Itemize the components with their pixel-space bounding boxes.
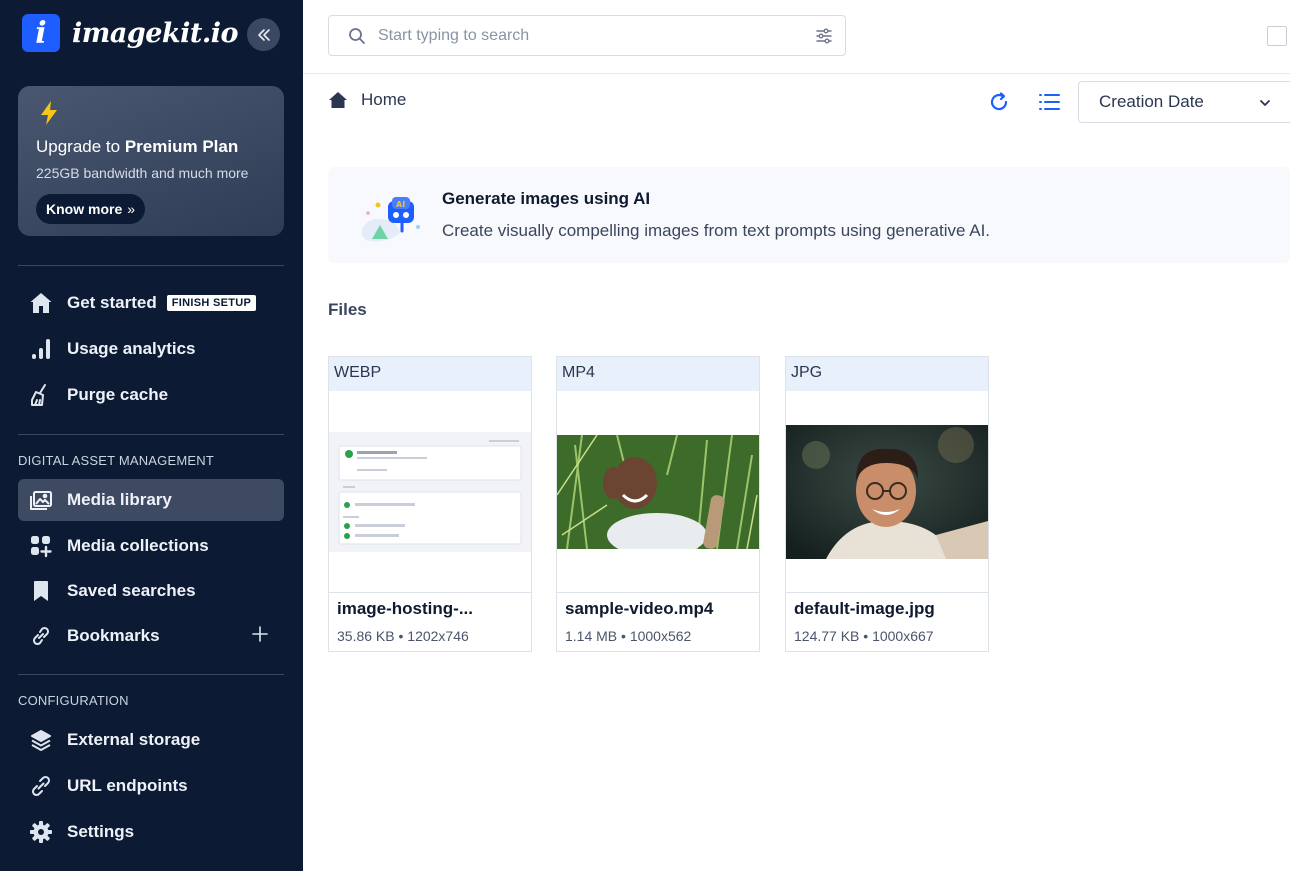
search-icon	[349, 27, 365, 44]
bar-chart-icon	[29, 337, 53, 361]
add-bookmark-plus-icon[interactable]	[250, 624, 270, 644]
double-chevron-right-icon: »	[127, 201, 136, 217]
chain-link-icon	[29, 774, 53, 798]
file-type-label: JPG	[786, 357, 988, 391]
sidebar-item-label: Bookmarks	[67, 626, 160, 645]
file-thumbnail	[557, 391, 759, 593]
portrait-thumbnail-image	[786, 424, 988, 559]
promo-title-plan: Premium Plan	[124, 137, 239, 156]
sidebar-item-label: Media library	[67, 490, 172, 509]
lightning-bolt-icon	[41, 101, 57, 125]
sort-selected-label: Creation Date	[1099, 92, 1204, 111]
image-gallery-icon	[29, 488, 53, 512]
broom-icon	[29, 383, 53, 407]
gear-icon	[29, 820, 53, 844]
file-thumbnail	[329, 391, 531, 593]
search-input[interactable]	[378, 26, 798, 45]
sidebar-item-get-started[interactable]: Get started FINISH SETUP	[18, 282, 284, 324]
filter-sliders-icon[interactable]	[815, 27, 833, 45]
ai-banner-title: Generate images using AI	[442, 189, 651, 208]
file-name: sample-video.mp4	[565, 599, 714, 618]
files-heading: Files	[328, 300, 367, 319]
layers-icon	[29, 728, 53, 752]
link-icon	[29, 624, 53, 648]
finish-setup-badge: FINISH SETUP	[166, 295, 257, 311]
sidebar-item-label: Settings	[67, 822, 135, 841]
file-thumbnail	[786, 391, 988, 593]
refresh-icon[interactable]	[988, 91, 1010, 113]
file-card[interactable]: JPG default-image.jpg 124.77 KB • 1000x6…	[785, 356, 989, 652]
collapse-sidebar-button[interactable]	[247, 18, 280, 51]
section-label-dam: DIGITAL ASSET MANAGEMENT	[18, 453, 214, 468]
logo[interactable]: i imagekit.io	[22, 14, 238, 52]
sidebar-item-label: Purge cache	[67, 385, 169, 404]
screenshot-thumbnail-image	[329, 431, 531, 552]
search-box[interactable]	[328, 15, 846, 56]
home-icon	[29, 291, 53, 315]
home-icon[interactable]	[328, 90, 348, 110]
sidebar-item-settings[interactable]: Settings	[18, 811, 284, 853]
sidebar-item-label: External storage	[67, 730, 201, 749]
sidebar-item-media-collections[interactable]: Media collections	[18, 525, 284, 567]
sidebar-item-label: Media collections	[67, 536, 209, 555]
sidebar: i imagekit.io Upgrade to Premium Plan 22…	[0, 0, 303, 871]
top-bar	[303, 0, 1290, 74]
section-label-configuration: CONFIGURATION	[18, 693, 129, 708]
know-more-label: Know more	[46, 201, 123, 217]
promo-subtitle: 225GB bandwidth and much more	[36, 165, 249, 181]
logo-mark: i	[22, 14, 60, 52]
sidebar-divider	[18, 674, 284, 675]
sidebar-item-label: URL endpoints	[67, 776, 188, 795]
file-type-label: MP4	[557, 357, 759, 391]
file-type-label: WEBP	[329, 357, 531, 391]
svg-text:AI: AI	[396, 200, 405, 209]
sidebar-item-url-endpoints[interactable]: URL endpoints	[18, 765, 284, 807]
know-more-button[interactable]: Know more »	[36, 194, 146, 224]
sidebar-item-external-storage[interactable]: External storage	[18, 719, 284, 761]
breadcrumb: Home	[328, 90, 406, 110]
promo-title: Upgrade to Premium Plan	[36, 137, 238, 157]
sidebar-divider	[18, 434, 284, 435]
sidebar-item-media-library[interactable]: Media library	[18, 479, 284, 521]
ai-banner-description: Create visually compelling images from t…	[442, 221, 991, 240]
logo-text: imagekit.io	[72, 17, 238, 49]
double-chevron-left-icon	[257, 28, 270, 41]
collections-icon	[29, 534, 53, 558]
ai-illustration-icon: AI	[361, 197, 420, 242]
promo-title-prefix: Upgrade to	[36, 137, 125, 156]
sidebar-item-label: Saved searches	[67, 581, 196, 600]
file-card[interactable]: MP4 sample-video.mp4 1.14 MB • 1000x562	[556, 356, 760, 652]
file-meta: 1.14 MB • 1000x562	[565, 628, 692, 644]
video-thumbnail-image	[557, 434, 759, 549]
sort-dropdown[interactable]: Creation Date	[1078, 81, 1290, 123]
bookmark-filled-icon	[29, 579, 53, 603]
select-checkbox[interactable]	[1267, 26, 1287, 46]
ai-generate-banner[interactable]: AI Generate images using AI Create visua…	[328, 167, 1290, 263]
file-card[interactable]: WEBP image-hosting-... 35.86 KB • 1202x7…	[328, 356, 532, 652]
sidebar-item-label: Usage analytics	[67, 339, 196, 358]
sidebar-item-label: Get started	[67, 293, 157, 312]
sidebar-item-usage-analytics[interactable]: Usage analytics	[18, 328, 284, 370]
upgrade-promo-card: Upgrade to Premium Plan 225GB bandwidth …	[18, 86, 284, 236]
sidebar-item-bookmarks[interactable]: Bookmarks	[18, 615, 284, 657]
file-meta: 35.86 KB • 1202x746	[337, 628, 469, 644]
chevron-down-icon	[1260, 100, 1270, 106]
sidebar-item-purge-cache[interactable]: Purge cache	[18, 374, 284, 416]
list-view-icon[interactable]	[1037, 91, 1061, 113]
sidebar-item-saved-searches[interactable]: Saved searches	[18, 570, 284, 612]
file-name: default-image.jpg	[794, 599, 935, 618]
sidebar-divider	[18, 265, 284, 266]
file-name: image-hosting-...	[337, 599, 473, 618]
breadcrumb-home[interactable]: Home	[361, 90, 406, 110]
file-meta: 124.77 KB • 1000x667	[794, 628, 934, 644]
